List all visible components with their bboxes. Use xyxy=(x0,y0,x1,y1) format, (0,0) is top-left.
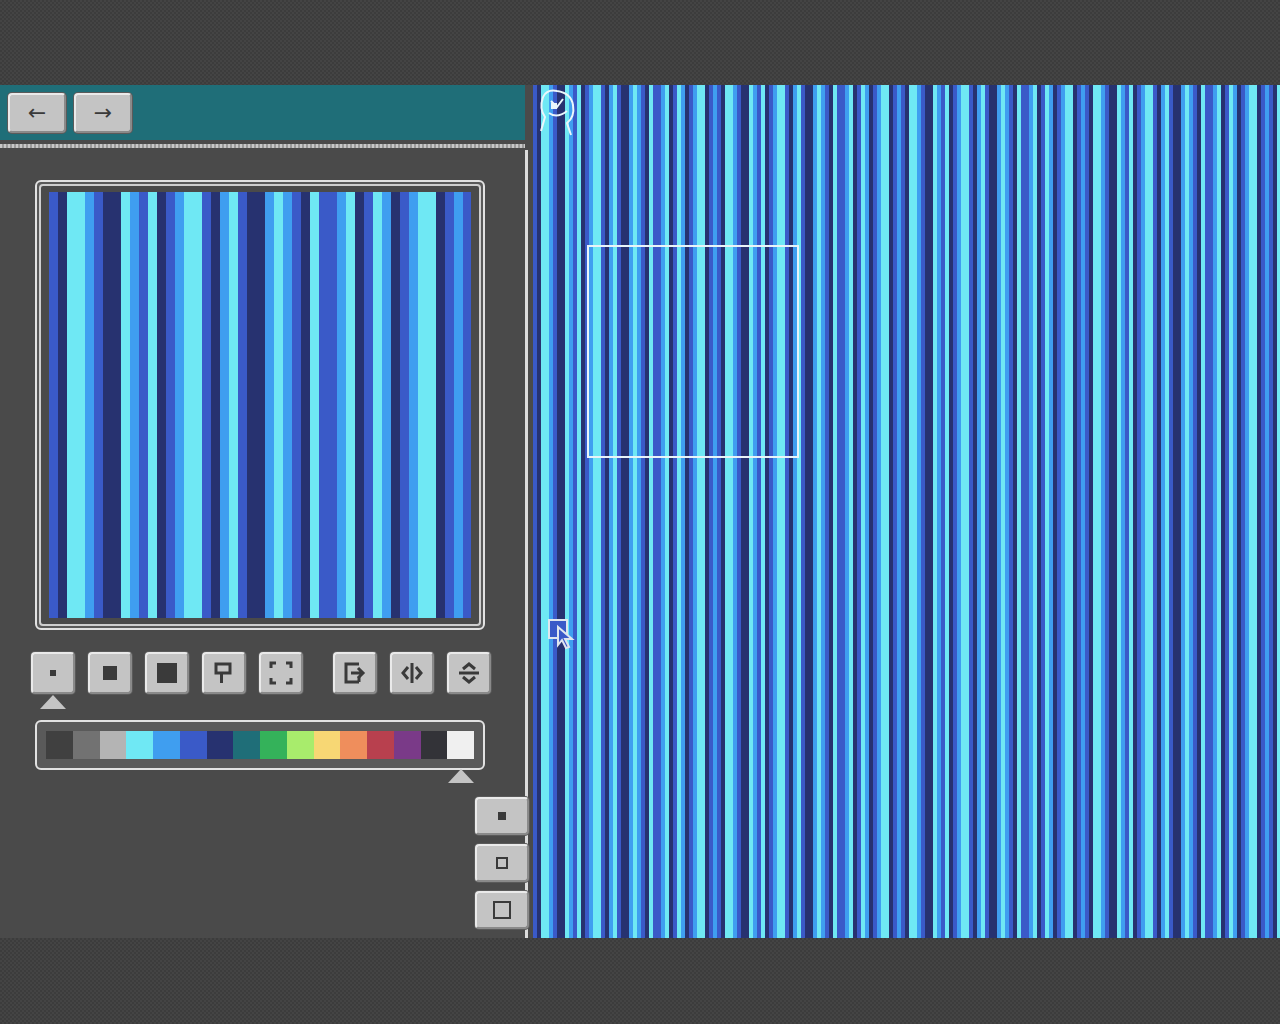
dot-icon xyxy=(41,661,65,685)
cursor-icon xyxy=(548,619,578,651)
zoom-medium-icon xyxy=(496,857,508,869)
tool-state xyxy=(40,695,66,709)
select-tool[interactable] xyxy=(259,652,303,694)
zoom-small-icon xyxy=(498,812,506,820)
button-label: → xyxy=(94,100,112,125)
palette-swatch[interactable] xyxy=(367,731,394,759)
flip-h-icon xyxy=(400,661,424,685)
back-button[interactable]: ← xyxy=(8,93,66,133)
big-square-icon xyxy=(155,661,179,685)
zoom-small-button[interactable] xyxy=(475,797,529,835)
brush-icon xyxy=(212,661,236,685)
palette-swatch[interactable] xyxy=(153,731,180,759)
flip-h-tool[interactable] xyxy=(390,652,434,694)
swatch-state xyxy=(448,769,474,783)
square-tool[interactable] xyxy=(88,652,132,694)
palette-swatch[interactable] xyxy=(207,731,234,759)
palette-swatch[interactable] xyxy=(421,731,448,759)
palette-swatch[interactable] xyxy=(100,731,127,759)
palette-swatch[interactable] xyxy=(233,731,260,759)
drawing-canvas[interactable] xyxy=(533,85,1280,938)
preview-frame xyxy=(35,180,485,630)
palette-swatch[interactable] xyxy=(73,731,100,759)
palette-swatch[interactable] xyxy=(180,731,207,759)
import-icon xyxy=(343,661,367,685)
forward-button[interactable]: → xyxy=(74,93,132,133)
flip-v-tool[interactable] xyxy=(447,652,491,694)
select-icon xyxy=(269,661,293,685)
import-tool[interactable] xyxy=(333,652,377,694)
big-square-tool[interactable] xyxy=(145,652,189,694)
brush-tool[interactable] xyxy=(202,652,246,694)
zoom-large-icon xyxy=(493,901,511,919)
tool-row xyxy=(0,630,525,694)
palette-swatch[interactable] xyxy=(314,731,341,759)
palette-swatch[interactable] xyxy=(340,731,367,759)
palette-swatch[interactable] xyxy=(287,731,314,759)
zoom-buttons xyxy=(0,797,529,929)
nav-bar: ←→ xyxy=(0,85,525,140)
palette-swatch[interactable] xyxy=(126,731,153,759)
button-label: ← xyxy=(28,100,46,125)
square-icon xyxy=(98,661,122,685)
preview-image xyxy=(49,192,471,618)
palette-swatch[interactable] xyxy=(46,731,73,759)
zoom-medium-button[interactable] xyxy=(475,844,529,882)
palette-swatch[interactable] xyxy=(260,731,287,759)
tool-panel: ←→ xyxy=(0,85,525,938)
selection-rectangle[interactable] xyxy=(587,245,799,458)
dot-tool[interactable] xyxy=(31,652,75,694)
palette-swatch[interactable] xyxy=(394,731,421,759)
palette xyxy=(35,720,485,770)
sprite-icon xyxy=(537,87,577,139)
palette-swatch[interactable] xyxy=(447,731,474,759)
zoom-large-button[interactable] xyxy=(475,891,529,929)
flip-v-icon xyxy=(457,661,481,685)
